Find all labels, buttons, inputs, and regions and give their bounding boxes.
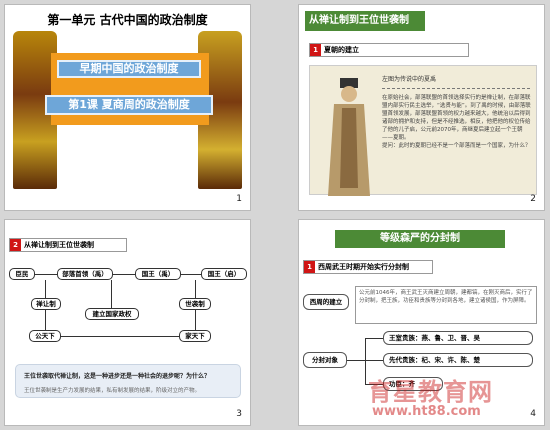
slide-thumbnail-3[interactable]: 2 从禅让制到王位世袭制 臣民 部落首领（禹） 国王（禹） 国王（启） 禅让制 … — [4, 219, 251, 426]
label-zhou-founding: 西周的建立 — [303, 294, 349, 310]
slide-number: 2 — [530, 194, 536, 204]
slide-header: 从禅让制到王位世袭制 — [305, 11, 425, 31]
question-box: 王位世袭取代禅让制，这是一种进步还是一种社会的退步呢？为什么？ 王位世袭制是生产… — [15, 364, 241, 398]
node-public-realm: 公天下 — [29, 330, 61, 342]
section-bar: 2 从禅让制到王位世袭制 — [9, 238, 127, 252]
image-caption: 左图为传说中的夏禹 — [382, 76, 437, 83]
content-panel: 左图为传说中的夏禹 在原始社会，部落联盟的首领选择实行的是禅让制，在部落联盟内部… — [309, 65, 537, 196]
answer-text: 王位世袭制是生产力发展的结果，私有制发展的结果，阶级对立的产物。 — [24, 388, 201, 394]
founding-description: 公元前1046年，商王武王灭商建立周朝，建都镐，在刚灭商后，实行了分封制，把王族… — [355, 286, 537, 324]
connector — [45, 280, 46, 298]
slide-number: 4 — [530, 409, 536, 419]
question-text: 提问：此时的夏朝已经不是一个部落而是一个国家，为什么？ — [382, 143, 531, 149]
body-text: 在原始社会，部落联盟的首领选择实行的是禅让制，在部落联盟内部实行民主选举，“选贤… — [382, 94, 532, 150]
ancient-nobles-item: 先代贵族：杞、宋、许、陈、楚 — [383, 353, 533, 367]
question-text: 王位世袭取代禅让制，这是一种进步还是一种社会的退步呢？为什么？ — [24, 373, 211, 380]
node-tribal-leader: 部落首领（禹） — [57, 268, 113, 280]
connector — [35, 274, 57, 275]
connector — [195, 310, 196, 330]
node-king-qi: 国王（启） — [201, 268, 247, 280]
body-paragraph: 在原始社会，部落联盟的首领选择实行的是禅让制，在部落联盟内部实行民主选举，“选贤… — [382, 95, 531, 141]
connector — [365, 338, 383, 339]
subtitle-box: 早期中国的政治制度 — [57, 60, 201, 78]
watermark-url: www.ht88.com — [372, 404, 481, 419]
node-family-realm: 家天下 — [179, 330, 211, 342]
section-label: 西周武王时期开始实行分封制 — [318, 263, 409, 271]
connector — [45, 310, 46, 330]
node-king-yu: 国王（禹） — [135, 268, 181, 280]
node-subjects: 臣民 — [9, 268, 35, 280]
node-hereditary: 世袭制 — [179, 298, 211, 310]
label-enfeoffment-targets: 分封对象 — [303, 352, 347, 368]
bracket — [365, 338, 366, 384]
lesson-title-box: 第1课 夏商周的政治制度 — [45, 95, 213, 115]
slide-thumbnail-2[interactable]: 从禅让制到王位世袭制 1 夏朝的建立 左图为传说中的夏禹 在原始社会，部落联盟的… — [298, 4, 545, 211]
section-number: 2 — [10, 239, 21, 251]
section-number: 1 — [310, 44, 321, 56]
slide-thumbnail-1[interactable]: 第一单元 古代中国的政治制度 早期中国的政治制度 第1课 夏商周的政治制度 1 — [4, 4, 251, 211]
section-bar: 1 西周武王时期开始实行分封制 — [303, 260, 433, 274]
connector — [181, 274, 201, 275]
slide-header: 等级森严的分封制 — [335, 230, 505, 248]
slide-title: 第一单元 古代中国的政治制度 — [47, 13, 208, 27]
connector — [195, 280, 196, 298]
section-number: 1 — [304, 261, 315, 273]
connector — [365, 360, 383, 361]
royal-nobles-item: 王室贵族：燕、鲁、卫、晋、吴 — [383, 331, 533, 345]
emperor-figure-image — [328, 78, 370, 196]
transition-arrow — [61, 336, 179, 337]
section-label: 从禅让制到王位世袭制 — [24, 241, 94, 249]
slide-number: 1 — [236, 194, 242, 204]
node-state-power: 建立国家政权 — [85, 308, 139, 320]
connector — [347, 360, 365, 361]
section-bar: 1 夏朝的建立 — [309, 43, 469, 57]
slide-number: 3 — [236, 409, 242, 419]
divider — [382, 88, 530, 89]
node-abdication: 禅让制 — [31, 298, 61, 310]
section-label: 夏朝的建立 — [324, 46, 359, 54]
connector — [113, 274, 135, 275]
connector — [111, 280, 112, 308]
watermark-logo: 育星教育网 — [368, 378, 493, 406]
